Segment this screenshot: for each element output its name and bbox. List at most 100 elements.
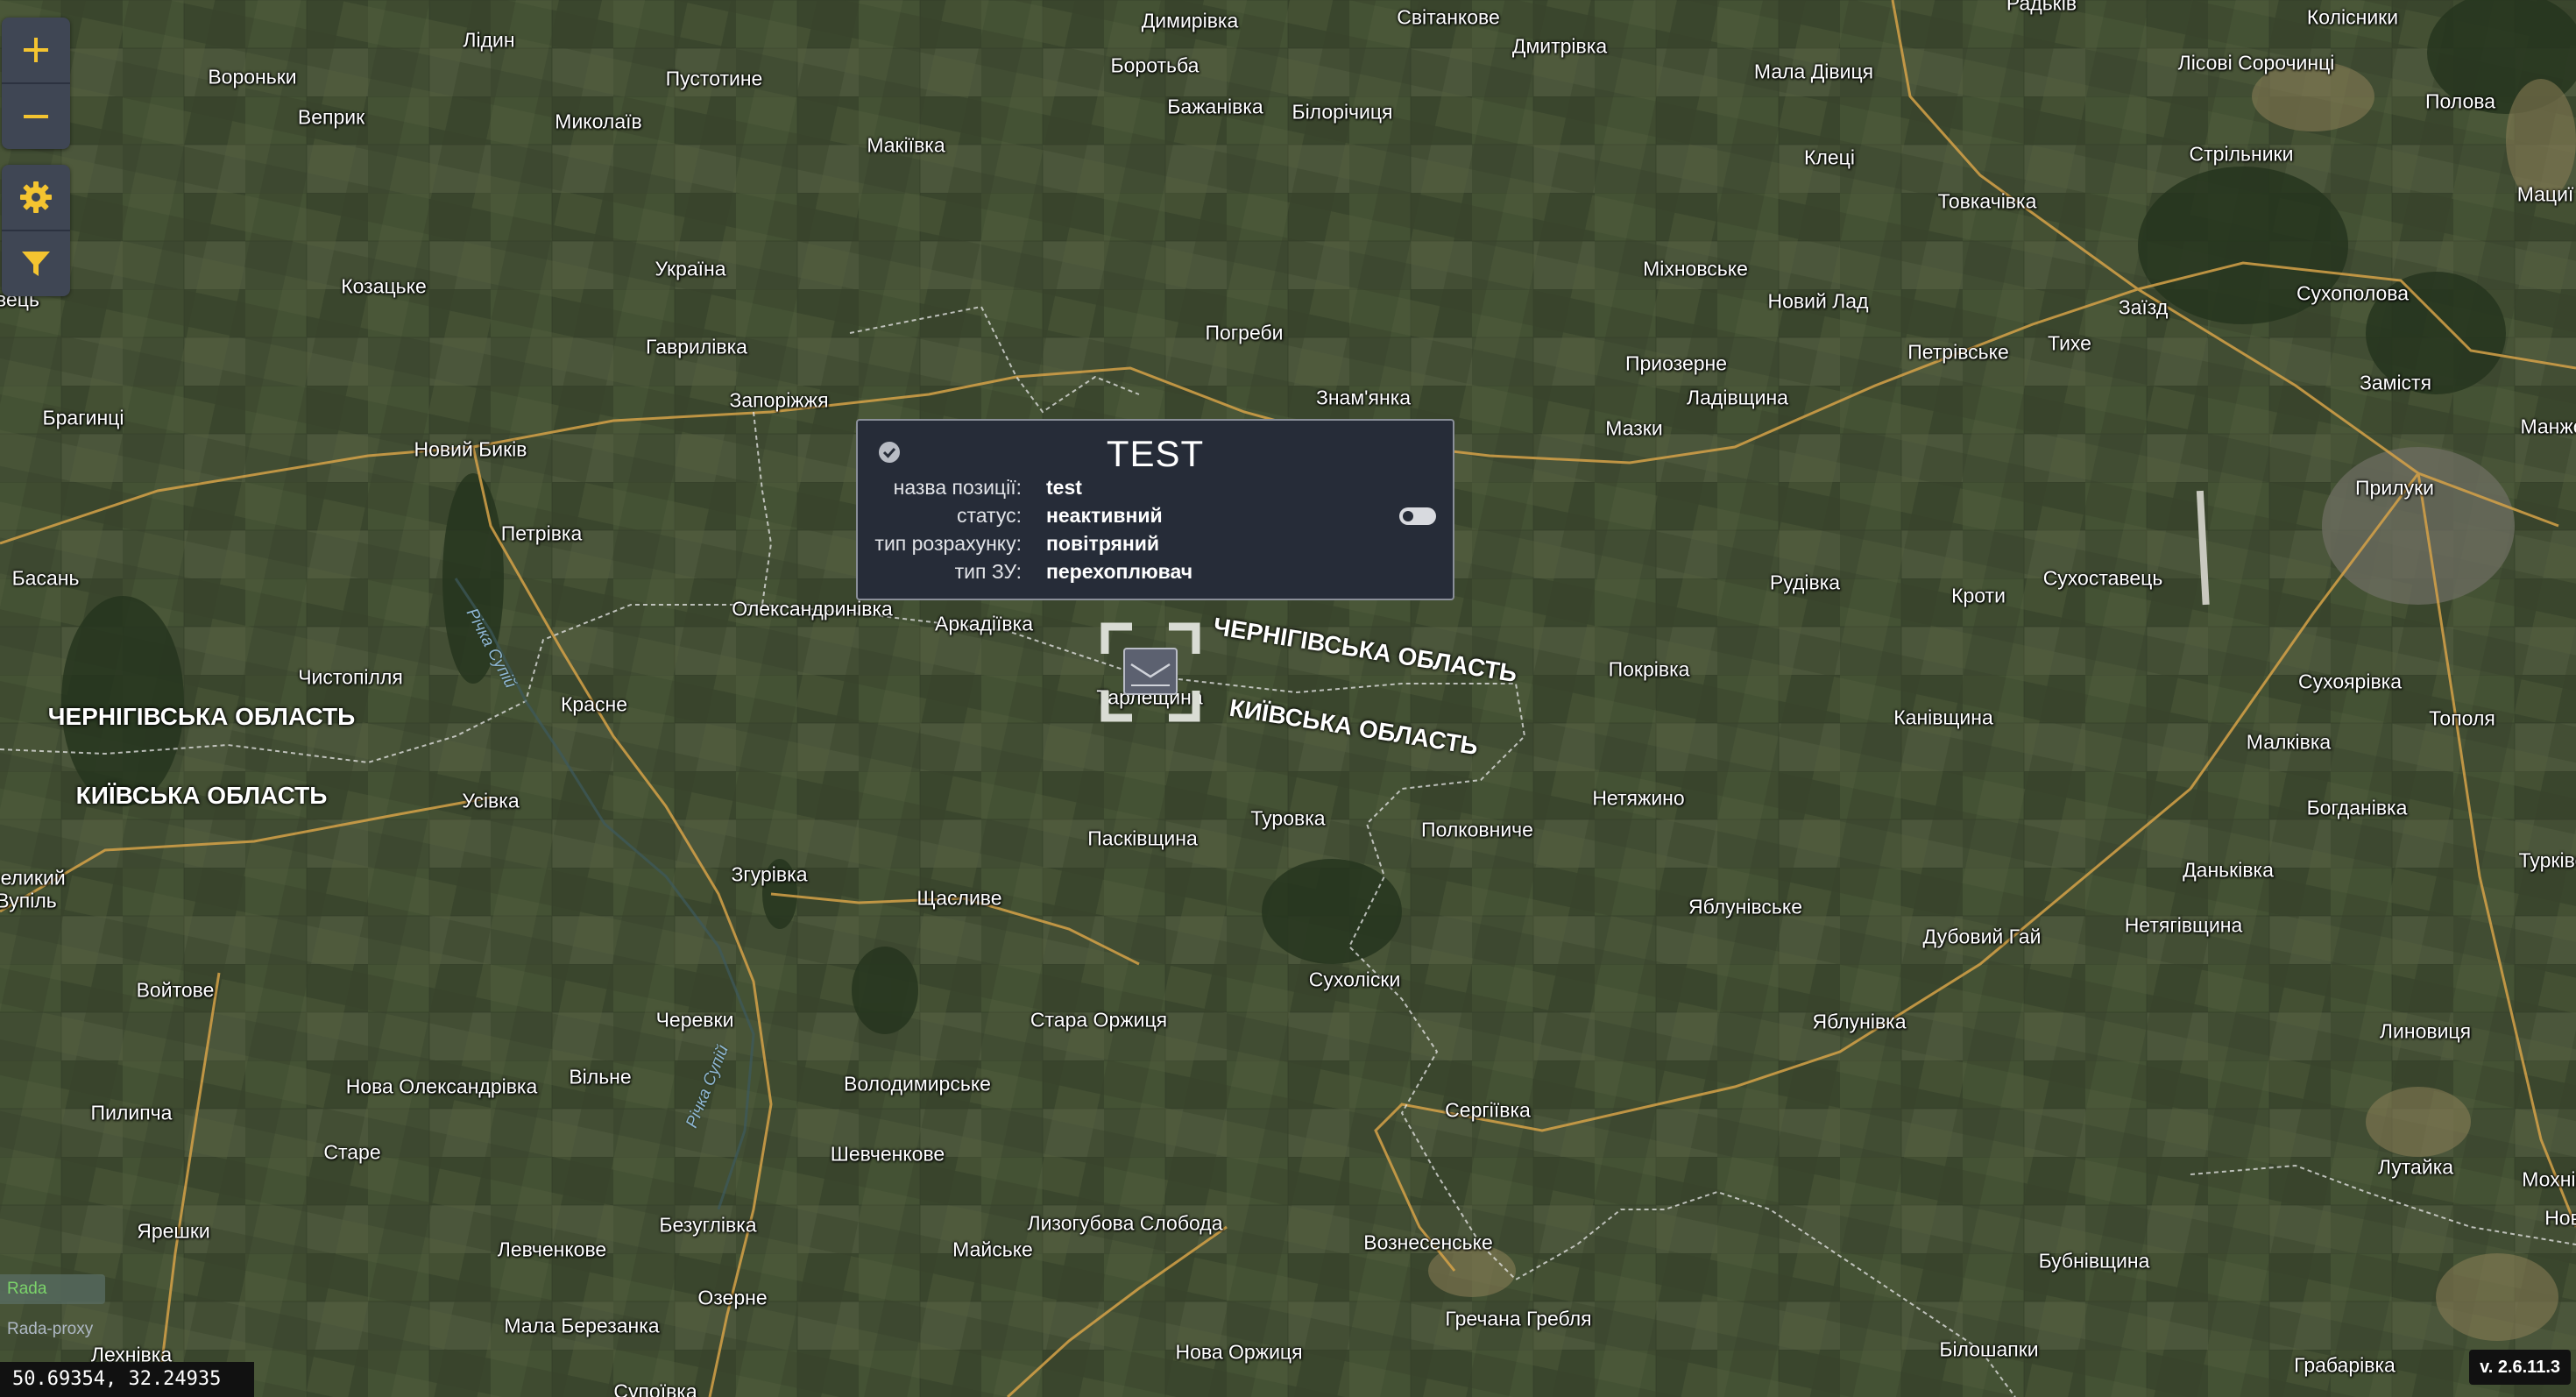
place-label: Знам'янка: [1315, 386, 1412, 409]
tools-control: [2, 165, 70, 296]
place-label: Озерне: [697, 1286, 768, 1309]
place-label: Лутайка: [2377, 1155, 2454, 1179]
place-label: Сергіївка: [1445, 1098, 1531, 1122]
place-label: Новий Биків: [414, 437, 527, 461]
popup-row-status: статус: неактивний: [858, 504, 1453, 532]
status-toggle[interactable]: [1399, 507, 1436, 525]
place-label: Запоріжжя: [729, 388, 829, 412]
place-label: Канівщина: [1893, 706, 1993, 729]
place-label: Линовиця: [2379, 1019, 2472, 1043]
zoom-in-button[interactable]: [2, 18, 70, 82]
place-label: Даньківка: [2183, 858, 2274, 882]
popup-label: тип розрахунку:: [874, 532, 1022, 555]
place-label: Покрівка: [1608, 657, 1690, 681]
place-label: Басань: [11, 566, 80, 590]
place-label: Вороньки: [208, 65, 297, 89]
place-label: Чистопілля: [298, 665, 403, 689]
place-label: Клеці: [1804, 145, 1855, 169]
cursor-coordinates: 50.69354, 32.24935: [0, 1362, 254, 1397]
place-label: Нова Олександрівка: [345, 1074, 538, 1098]
place-label: Стрільники: [2189, 142, 2294, 166]
place-label: Шевченкове: [830, 1142, 945, 1166]
minus-icon: [24, 115, 48, 118]
place-label: Дубовий Гай: [1922, 925, 2042, 948]
place-label: Вільне: [569, 1065, 632, 1089]
layer-rada[interactable]: Rada: [0, 1274, 105, 1304]
popup-value: перехоплювач: [1046, 560, 1193, 583]
popup-label: назва позиції:: [893, 476, 1022, 499]
place-label: Вупіль: [0, 889, 57, 912]
place-label: Сухополова: [2296, 281, 2410, 305]
place-label: Пасківщина: [1087, 826, 1198, 850]
place-label: Туровка: [1250, 806, 1326, 830]
place-label: Мохнів: [2522, 1167, 2576, 1191]
satellite-map[interactable]: Лідин Вороньки Пустотине Веприк Миколаїв Макі…: [0, 0, 2576, 1397]
place-label: Петрівка: [500, 521, 583, 545]
place-label: Згурівка: [731, 862, 808, 886]
map-terrain-layer: [0, 0, 2576, 1397]
settings-button[interactable]: [2, 165, 70, 230]
place-label: Замістя: [2359, 371, 2432, 394]
place-label: Брагинці: [42, 406, 124, 429]
place-label: Мала Дівиця: [1753, 60, 1874, 83]
place-label: Грабарівка: [2294, 1353, 2396, 1377]
place-label: Новий Лад: [1767, 289, 1869, 313]
place-label: Полковниче: [1421, 818, 1533, 841]
place-label: Пустотине: [665, 67, 763, 90]
place-label: Манжо: [2520, 415, 2576, 438]
place-label: Заїзд: [2118, 295, 2169, 319]
position-marker-icon[interactable]: [1100, 622, 1200, 722]
place-label: Мала Березанка: [504, 1314, 660, 1337]
place-label: Красне: [561, 692, 627, 716]
place-label: Богданівка: [2306, 796, 2408, 819]
popup-row-weapon-type: тип ЗУ: перехоплювач: [858, 560, 1453, 588]
place-label: Радьків: [2006, 0, 2077, 15]
place-label: Лісові Сорочинці: [2177, 51, 2335, 74]
place-label: Черевки: [655, 1008, 734, 1032]
place-label: Мазки: [1605, 416, 1663, 440]
place-label: Бубнівщина: [2038, 1249, 2150, 1273]
place-label: Нетяжино: [1592, 786, 1685, 810]
place-label: Яблунівське: [1688, 895, 1803, 918]
popup-label: тип ЗУ:: [954, 560, 1022, 583]
place-label: Мациї: [2516, 182, 2574, 206]
place-label: Володимирське: [844, 1072, 991, 1096]
place-label: Сухоліски: [1308, 968, 1401, 991]
place-label: Лідин: [463, 28, 515, 52]
place-label: Нова Оржиця: [1175, 1340, 1303, 1364]
place-label: Безуглівка: [659, 1213, 757, 1237]
popup-value: неактивний: [1046, 504, 1163, 527]
place-label: Яблунівка: [1812, 1010, 1907, 1033]
place-label: Майське: [952, 1237, 1033, 1261]
place-label: Колісники: [2306, 5, 2399, 29]
place-label: Тихе: [2048, 331, 2091, 355]
place-label: Малківка: [2246, 730, 2332, 754]
place-label: Козацьке: [341, 274, 427, 298]
place-label: Супоївка: [613, 1379, 697, 1397]
gear-icon: [20, 181, 52, 213]
place-label: Пилипча: [90, 1101, 173, 1124]
filter-button[interactable]: [2, 230, 70, 296]
place-label: Гречана Гребля: [1445, 1307, 1592, 1330]
place-label: Бажанівка: [1167, 95, 1263, 118]
place-label: Ярешки: [137, 1219, 210, 1243]
layer-rada-proxy[interactable]: Rada-proxy: [0, 1315, 100, 1344]
zoom-out-button[interactable]: [2, 82, 70, 149]
popup-row-name: назва позиції: test: [858, 476, 1453, 504]
place-label: Білорічиця: [1292, 100, 1393, 124]
place-label: Погреби: [1205, 321, 1284, 344]
place-label: Левченкове: [497, 1237, 607, 1261]
place-label: Миколаїв: [555, 110, 642, 133]
place-label: Усівка: [462, 789, 520, 812]
zoom-control: [2, 18, 70, 149]
place-label: Тополя: [2429, 706, 2495, 730]
place-label: Великий: [0, 866, 66, 890]
place-label: Аркадіївка: [935, 612, 1033, 635]
position-popup: TEST назва позиції: test статус: неактив…: [856, 419, 1454, 600]
place-label: Рудівка: [1769, 571, 1841, 594]
place-label: Кроти: [1951, 584, 2006, 607]
place-label: Ладівщина: [1687, 386, 1788, 409]
place-label: Вознесенське: [1363, 1230, 1493, 1254]
place-label: Білошапки: [1939, 1337, 2039, 1361]
place-label: Боротьба: [1110, 53, 1200, 77]
